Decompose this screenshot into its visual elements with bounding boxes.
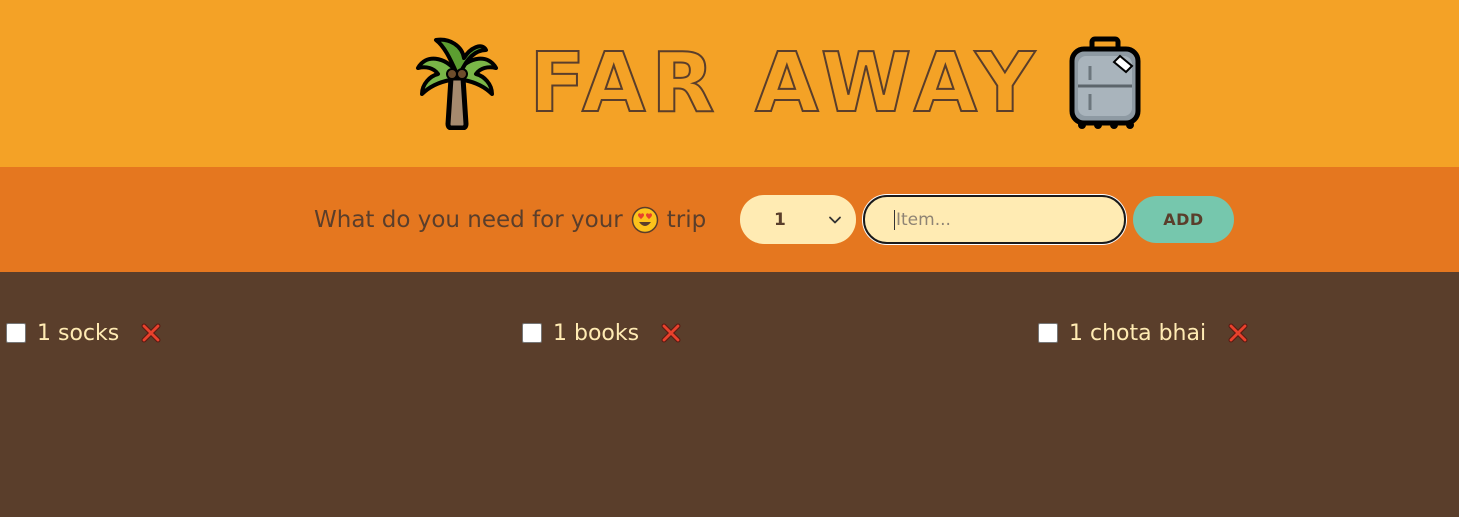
list-item: 1 books	[522, 319, 682, 347]
packed-checkbox[interactable]	[1038, 323, 1058, 343]
app-title: FAR AWAY	[530, 40, 1040, 116]
list-item: 1 chota bhai	[1038, 319, 1249, 347]
delete-x-icon[interactable]	[140, 322, 162, 344]
item-description: 1 books	[553, 320, 640, 346]
app-title-text: FAR AWAY	[530, 40, 1040, 116]
heart-eyes-emoji-icon	[631, 206, 658, 234]
packed-checkbox[interactable]	[6, 323, 26, 343]
chevron-down-icon	[829, 216, 841, 223]
app-header: FAR AWAY	[0, 0, 1459, 167]
text-caret	[894, 209, 895, 230]
prompt-text-before: What do you need for your	[314, 207, 623, 233]
quantity-selected-value: 1	[774, 209, 786, 230]
packed-checkbox[interactable]	[522, 323, 542, 343]
item-description: 1 chota bhai	[1069, 320, 1207, 346]
form-prompt: What do you need for your trip	[314, 205, 706, 235]
delete-x-icon[interactable]	[1227, 322, 1249, 344]
item-input[interactable]: Item...	[863, 195, 1126, 244]
luggage-icon	[1069, 36, 1141, 129]
prompt-text-after: trip	[666, 207, 707, 233]
item-input-placeholder: Item...	[896, 209, 951, 230]
delete-x-icon[interactable]	[660, 322, 682, 344]
item-description: 1 socks	[37, 320, 120, 346]
quantity-select[interactable]: 1	[740, 195, 856, 244]
palm-tree-icon	[416, 37, 498, 130]
add-item-form: What do you need for your trip 1 Item...…	[0, 167, 1459, 272]
list-item: 1 socks	[6, 319, 162, 347]
add-button[interactable]: ADD	[1133, 196, 1234, 243]
